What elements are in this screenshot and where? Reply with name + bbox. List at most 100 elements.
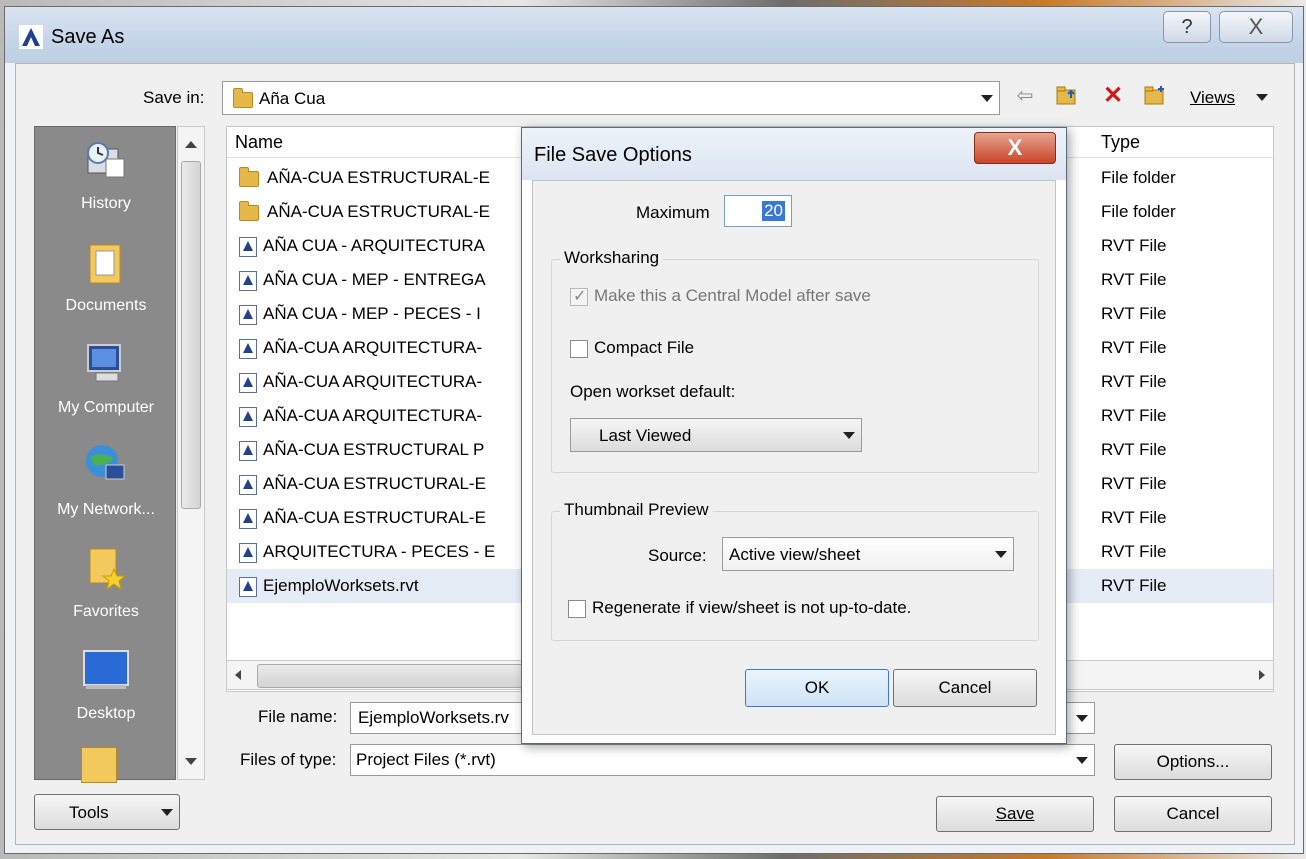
place-my-network[interactable]: My Network... [35, 433, 177, 533]
file-save-options-dialog: File Save Options X Maximum 20 Workshari… [521, 127, 1067, 744]
folder-icon [233, 88, 253, 108]
compact-file-checkbox[interactable]: Compact File [570, 338, 694, 358]
maximum-value: 20 [762, 201, 785, 221]
thumbnail-preview-group: Thumbnail Preview Source: Active view/sh… [551, 500, 1039, 641]
folder-icon [239, 200, 259, 221]
chevron-down-icon[interactable] [1076, 757, 1088, 764]
back-arrow-icon[interactable]: ⇦ [1012, 84, 1038, 108]
column-name-header[interactable]: Name [235, 132, 283, 153]
favorites-icon [89, 548, 127, 591]
place-desktop[interactable]: Desktop [35, 637, 177, 737]
folder-icon [239, 166, 259, 187]
rvt-file-icon [239, 372, 257, 393]
place-favorites[interactable]: Favorites [35, 535, 177, 635]
rvt-file-icon [239, 338, 257, 359]
files-of-type-select[interactable]: Project Files (*.rvt) [350, 744, 1095, 776]
chevron-down-icon[interactable] [1076, 715, 1088, 722]
file-name-label: File name: [258, 707, 338, 726]
file-name-text: AÑA-CUA ARQUITECTURA- [263, 406, 483, 425]
save-in-label: Save in: [143, 88, 205, 107]
modal-cancel-button[interactable]: Cancel [893, 669, 1037, 707]
file-type: RVT File [1101, 270, 1167, 289]
save-button[interactable]: Save [936, 796, 1094, 832]
file-name: AÑA CUA - MEP - PECES - I [239, 297, 481, 331]
place-label: Documents [65, 297, 147, 314]
file-name-text: EjemploWorksets.rvt [263, 576, 419, 595]
up-folder-icon[interactable] [1054, 84, 1080, 108]
title-bar: Save As ? X [5, 7, 1303, 63]
file-name: ARQUITECTURA - PECES - E [239, 535, 495, 569]
new-folder-icon[interactable] [1142, 84, 1168, 108]
network-icon [86, 445, 125, 480]
file-name: AÑA-CUA ESTRUCTURAL-E [239, 195, 490, 229]
documents-icon [89, 244, 121, 284]
delete-icon[interactable]: ✕ [1100, 84, 1126, 108]
window-title: Save As [51, 26, 125, 48]
rvt-file-icon [239, 440, 257, 461]
cancel-button[interactable]: Cancel [1114, 796, 1272, 832]
place-my-computer[interactable]: My Computer [35, 331, 177, 431]
open-workset-value: Last Viewed [599, 426, 692, 445]
worksharing-group: Worksharing Make this a Central Model af… [551, 248, 1039, 473]
maximum-label: Maximum [636, 203, 710, 222]
open-workset-select[interactable]: Last Viewed [570, 418, 862, 452]
central-model-label: Make this a Central Model after save [594, 286, 871, 305]
file-name: AÑA-CUA ESTRUCTURAL-E [239, 501, 486, 535]
file-type: RVT File [1101, 542, 1167, 561]
thumbnail-title: Thumbnail Preview [560, 500, 713, 520]
save-in-combo[interactable]: Aña Cua [222, 81, 1000, 115]
tools-button[interactable]: Tools [34, 794, 180, 830]
file-name-text: AÑA-CUA ESTRUCTURAL P [263, 440, 485, 459]
places-scrollbar[interactable] [177, 126, 205, 780]
chevron-down-icon [161, 809, 173, 816]
close-button[interactable]: X [1219, 11, 1293, 43]
options-button[interactable]: Options... [1114, 744, 1272, 780]
ok-button[interactable]: OK [745, 669, 889, 707]
checkbox-icon[interactable] [570, 339, 588, 358]
file-name-text: AÑA-CUA ARQUITECTURA- [263, 338, 483, 357]
views-menu-button[interactable]: Views [1190, 88, 1235, 108]
file-name-text: AÑA-CUA ARQUITECTURA- [263, 372, 483, 391]
modal-title: File Save Options [534, 144, 692, 166]
scrollbar-thumb[interactable] [181, 161, 201, 509]
views-dropdown-icon[interactable] [1256, 94, 1268, 101]
source-label: Source: [648, 546, 707, 565]
file-name-text: ARQUITECTURA - PECES - E [263, 542, 496, 561]
file-type: RVT File [1101, 236, 1167, 255]
rvt-file-icon [239, 542, 257, 563]
central-model-checkbox: Make this a Central Model after save [570, 286, 871, 306]
history-icon [87, 142, 125, 178]
rvt-file-icon [239, 304, 257, 325]
source-select[interactable]: Active view/sheet [722, 537, 1014, 571]
files-of-type-value: Project Files (*.rvt) [356, 750, 496, 769]
rvt-file-icon [239, 236, 257, 257]
file-name-value: EjemploWorksets.rv [358, 708, 509, 727]
column-type-header[interactable]: Type [1101, 132, 1140, 153]
file-name-text: AÑA-CUA ESTRUCTURAL-E [263, 474, 486, 493]
place-history[interactable]: History [35, 127, 177, 227]
files-of-type-label: Files of type: [240, 750, 337, 769]
file-name: AÑA-CUA ARQUITECTURA- [239, 331, 482, 365]
maximum-input[interactable]: 20 [724, 195, 792, 227]
scroll-down-icon[interactable] [185, 758, 197, 765]
scrollbar-thumb[interactable] [257, 664, 559, 688]
folder-icon [81, 747, 117, 783]
place-label: Favorites [73, 603, 139, 620]
file-name: AÑA-CUA ESTRUCTURAL P [239, 433, 484, 467]
file-type: RVT File [1101, 508, 1167, 527]
rvt-file-icon [239, 474, 257, 495]
checkbox-icon[interactable] [568, 599, 586, 618]
file-name-text: AÑA-CUA ESTRUCTURAL-E [263, 508, 486, 527]
scroll-right-icon[interactable] [1259, 670, 1265, 680]
rvt-file-icon [239, 270, 257, 291]
file-type: RVT File [1101, 440, 1167, 459]
modal-close-button[interactable]: X [974, 132, 1056, 164]
scroll-up-icon[interactable] [185, 141, 197, 148]
help-button[interactable]: ? [1163, 11, 1211, 43]
chevron-down-icon [995, 551, 1007, 558]
regenerate-checkbox[interactable]: Regenerate if view/sheet is not up-to-da… [568, 598, 911, 618]
scroll-left-icon[interactable] [235, 670, 241, 680]
file-name-text: AÑA-CUA ESTRUCTURAL-E [267, 168, 490, 187]
place-documents[interactable]: Documents [35, 229, 177, 329]
place-label: History [81, 195, 131, 212]
